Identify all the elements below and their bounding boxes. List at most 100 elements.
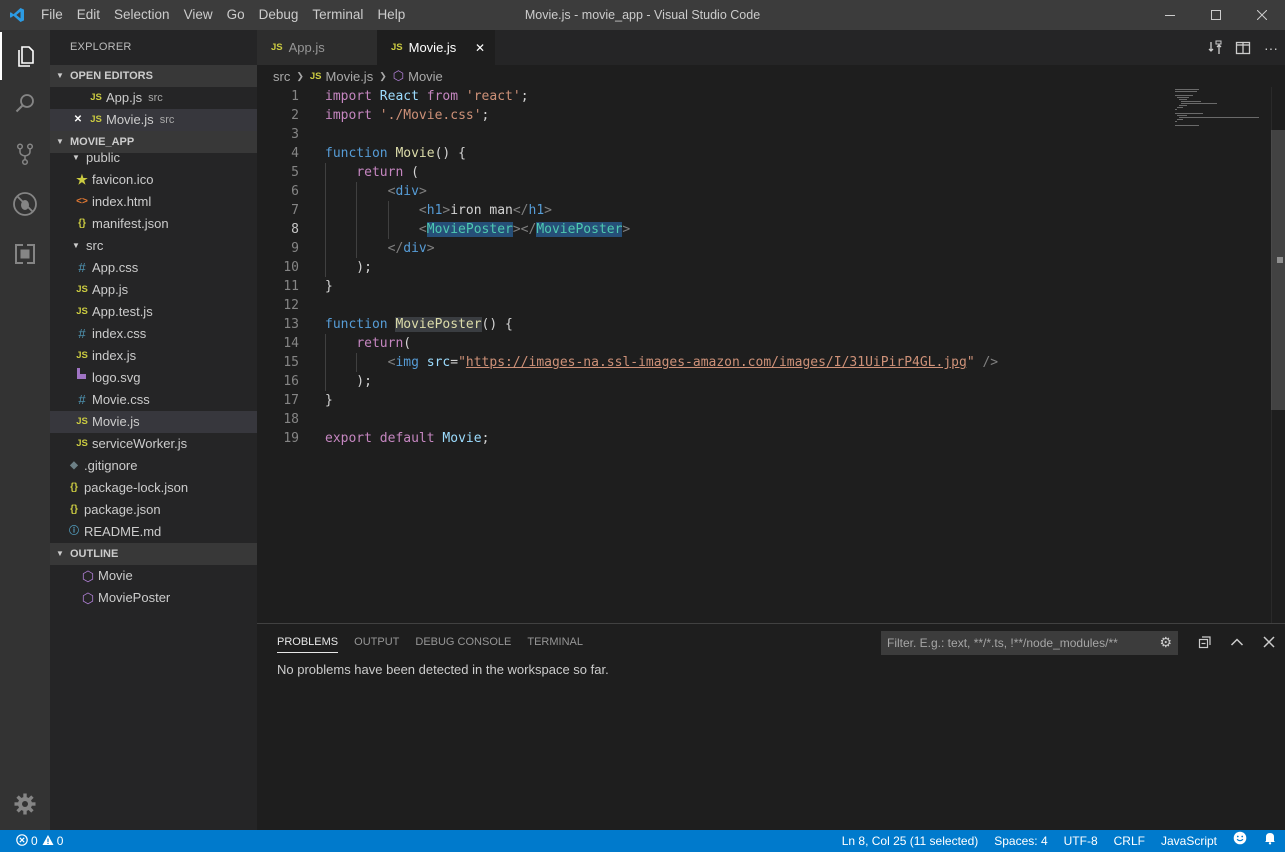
code-line[interactable]: 6 <div> [257,182,1285,201]
tree-folder-public[interactable]: ▼ public [50,147,257,169]
menu-edit[interactable]: Edit [70,0,107,30]
code-line[interactable]: 13 function MoviePoster() { [257,315,1285,334]
cube-icon: ⬡ [81,590,95,606]
tree-item-label: Movie.css [92,392,150,407]
tree-file-app-test-js[interactable]: JS App.test.js [50,301,257,323]
code-line[interactable]: 8 <MoviePoster></MoviePoster> [257,220,1285,239]
panel-tab-debug-console[interactable]: DEBUG CONSOLE [415,624,511,660]
language-mode[interactable]: JavaScript [1153,830,1225,852]
close-window-button[interactable] [1239,0,1285,30]
search-activity-button[interactable] [0,80,50,128]
menu-help[interactable]: Help [370,0,412,30]
extensions-activity-button[interactable] [0,230,50,278]
tree-item-label: index.css [92,326,147,341]
code-token: () { [434,146,466,161]
breadcrumb-folder[interactable]: src [273,69,290,84]
code-line[interactable]: 16 ); [257,372,1285,391]
maximize-panel-button[interactable] [1221,624,1253,660]
panel-tab-problems[interactable]: PROBLEMS [277,624,339,660]
tree-file-manifest[interactable]: {} manifest.json [50,213,257,235]
code-line[interactable]: 19 export default Movie; [257,429,1285,448]
scrollbar-thumb[interactable] [1271,130,1285,410]
menu-file[interactable]: File [34,0,70,30]
tree-file-index-js[interactable]: JS index.js [50,345,257,367]
open-editors-header[interactable]: ▼ OPEN EDITORS [50,65,257,87]
code-line[interactable]: 17} [257,391,1285,410]
tree-file-movie-js[interactable]: JS Movie.js [50,411,257,433]
code-line[interactable]: 15 <img src="https://images-na.ssl-image… [257,353,1285,372]
tree-file-index-html[interactable]: <> index.html [50,191,257,213]
breadcrumb-symbol[interactable]: Movie [408,69,443,84]
js-file-icon: JS [76,284,88,295]
menu-debug[interactable]: Debug [252,0,306,30]
notifications-button[interactable] [1255,830,1285,852]
encoding[interactable]: UTF-8 [1056,830,1106,852]
line-ending[interactable]: CRLF [1106,830,1153,852]
tree-file-movie-css[interactable]: # Movie.css [50,389,257,411]
code-line[interactable]: 2 import './Movie.css'; [257,106,1285,125]
code-line[interactable]: 3 [257,125,1285,144]
tree-file-package-lock[interactable]: {} package-lock.json [50,477,257,499]
source-control-activity-button[interactable] [0,130,50,178]
outline-item-movie[interactable]: ⬡ Movie [50,565,257,587]
explorer-activity-button[interactable] [0,32,50,80]
code-line[interactable]: 10 ); [257,258,1285,277]
code-line[interactable]: 1 import React from 'react'; [257,87,1285,106]
filter-settings-icon[interactable]: ⚙ [1159,634,1172,651]
tree-file-logo-svg[interactable]: logo.svg [50,367,257,389]
split-editor-button[interactable] [1229,30,1257,65]
debug-activity-button[interactable] [0,180,50,228]
tree-file-app-css[interactable]: # App.css [50,257,257,279]
code-editor[interactable]: 1 import React from 'react'; 2 import './Mo… [257,87,1285,448]
outline-item-movieposter[interactable]: ⬡ MoviePoster [50,587,257,609]
js-file-icon: JS [76,416,88,427]
menu-go[interactable]: Go [220,0,252,30]
tree-file-favicon[interactable]: ★ favicon.ico [50,169,257,191]
menu-view[interactable]: View [177,0,220,30]
minimize-button[interactable] [1147,0,1193,30]
open-editor-item-movie-js[interactable]: ✕ JS Movie.js src [50,109,257,131]
open-editor-item-app-js[interactable]: JS App.js src [50,87,257,109]
code-line[interactable]: 7 <h1>iron man</h1> [257,201,1285,220]
code-token: > [418,184,427,199]
close-tab-icon[interactable]: ✕ [475,41,485,55]
code-line[interactable]: 18 [257,410,1285,429]
code-line[interactable]: 4 function Movie() { [257,144,1285,163]
outline-header[interactable]: ▼ OUTLINE [50,543,257,565]
problems-filter-input[interactable]: Filter. E.g.: text, **/*.ts, !**/node_mo… [881,631,1178,655]
tree-file-gitignore[interactable]: ◆ .gitignore [50,455,257,477]
breadcrumb-file[interactable]: Movie.js [326,69,374,84]
code-line[interactable]: 12 [257,296,1285,315]
tree-item-label: App.js [92,282,129,297]
tree-folder-src[interactable]: ▼ src [50,235,257,257]
tab-app-js[interactable]: JS App.js [257,30,377,65]
more-actions-button[interactable]: ··· [1257,30,1285,65]
maximize-button[interactable] [1193,0,1239,30]
tree-file-app-js[interactable]: JS App.js [50,279,257,301]
problems-status[interactable]: 0 0 [0,833,63,849]
tree-file-service-worker[interactable]: JS serviceWorker.js [50,433,257,455]
minimap[interactable] [1169,87,1259,147]
code-line[interactable]: 9 </div> [257,239,1285,258]
open-changes-button[interactable] [1201,30,1229,65]
cursor-position[interactable]: Ln 8, Col 25 (11 selected) [834,830,987,852]
settings-activity-button[interactable] [0,780,50,828]
tree-file-readme[interactable]: ⓘ README.md [50,521,257,543]
panel-tab-terminal[interactable]: TERMINAL [527,624,583,660]
code-token: > [426,241,435,256]
tree-file-index-css[interactable]: # index.css [50,323,257,345]
panel-tab-output[interactable]: OUTPUT [354,624,399,660]
collapse-all-button[interactable] [1189,624,1221,660]
code-line[interactable]: 11} [257,277,1285,296]
code-line[interactable]: 5 return ( [257,163,1285,182]
feedback-button[interactable] [1225,830,1255,852]
code-line[interactable]: 14 return( [257,334,1285,353]
menu-terminal[interactable]: Terminal [305,0,370,30]
close-panel-button[interactable] [1253,624,1285,660]
menu-selection[interactable]: Selection [107,0,177,30]
close-editor-icon[interactable]: ✕ [70,109,86,131]
tree-file-package-json[interactable]: {} package.json [50,499,257,521]
indentation[interactable]: Spaces: 4 [986,830,1055,852]
tab-movie-js[interactable]: JS Movie.js ✕ [377,30,495,65]
